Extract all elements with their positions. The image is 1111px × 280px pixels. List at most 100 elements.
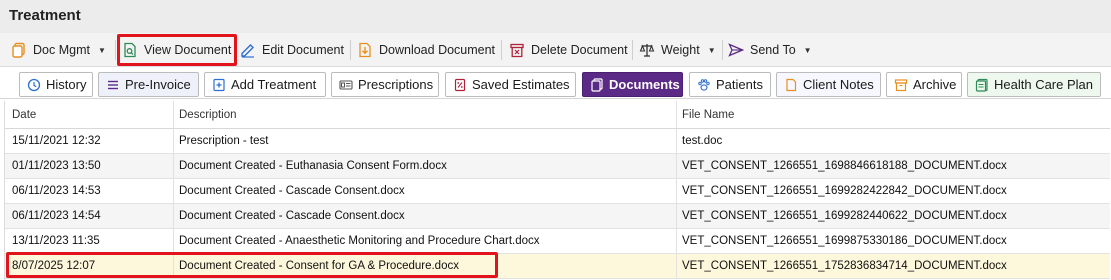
cell-file-name: test.doc (682, 135, 723, 147)
table-row[interactable]: 06/11/2023 14:54 Document Created - Casc… (5, 204, 1110, 229)
tab-bar: History Pre-Invoice Add Treatment Prescr… (0, 67, 1111, 99)
column-divider (676, 101, 677, 128)
delete-document-label: Delete Document (531, 43, 628, 57)
cell-file-name: VET_CONSENT_1266551_1699875330186_DOCUME… (682, 235, 1007, 247)
tab-saved-estimates-label: Saved Estimates (472, 77, 570, 92)
doc-mgmt-label: Doc Mgmt (33, 43, 90, 57)
archive-icon (894, 78, 908, 92)
title-bar: Treatment (0, 0, 1111, 33)
column-header-description[interactable]: Description (179, 101, 674, 128)
cell-date: 01/11/2023 13:50 (12, 160, 101, 172)
column-divider (676, 229, 677, 253)
tab-history[interactable]: History (19, 72, 93, 97)
column-divider (173, 101, 174, 128)
weight-label: Weight (661, 43, 700, 57)
cell-description: Document Created - Cascade Consent.docx (179, 185, 405, 197)
toolbar-divider (350, 40, 351, 60)
documents-icon (590, 77, 604, 92)
cell-file-name: VET_CONSENT_1266551_1699282422842_DOCUME… (682, 185, 1007, 197)
table-row[interactable]: 01/11/2023 13:50 Document Created - Euth… (5, 154, 1110, 179)
delete-icon (509, 42, 525, 58)
send-to-button[interactable]: Send To ▼ (728, 33, 812, 67)
tab-add-treatment[interactable]: Add Treatment (204, 72, 326, 97)
tab-history-label: History (46, 77, 87, 92)
toolbar-divider (632, 40, 633, 60)
window-title: Treatment (9, 7, 81, 24)
table-row[interactable]: 15/11/2021 12:32 Prescription - test tes… (5, 129, 1110, 154)
edit-document-label: Edit Document (262, 43, 344, 57)
list-icon (106, 78, 120, 92)
tab-archive[interactable]: Archive (886, 72, 962, 97)
cell-file-name: VET_CONSENT_1266551_1699282440622_DOCUME… (682, 210, 1007, 222)
cell-date: 06/11/2023 14:53 (12, 185, 101, 197)
column-divider (676, 129, 677, 153)
tab-add-treatment-label: Add Treatment (231, 77, 317, 92)
note-icon (784, 78, 798, 92)
chevron-down-icon: ▼ (707, 45, 716, 55)
column-divider (676, 204, 677, 228)
tab-documents[interactable]: Documents (582, 72, 683, 97)
cell-date: 13/11/2023 11:35 (12, 235, 100, 247)
paw-icon (697, 78, 711, 92)
cell-file-name: VET_CONSENT_1266551_1752836834714_DOCUME… (682, 260, 1007, 272)
add-document-icon (212, 78, 226, 92)
cell-description: Document Created - Cascade Consent.docx (179, 210, 405, 222)
send-to-label: Send To (750, 43, 796, 57)
cell-description: Document Created - Euthanasia Consent Fo… (179, 160, 447, 172)
column-header-date[interactable]: Date (12, 101, 172, 128)
toolbar: Doc Mgmt ▼ View Document Edit Document D… (0, 33, 1111, 67)
download-icon (357, 42, 373, 58)
column-divider (676, 154, 677, 178)
column-divider (173, 179, 174, 203)
tab-health-care-plan[interactable]: Health Care Plan (967, 72, 1101, 97)
cell-description: Prescription - test (179, 135, 269, 147)
cell-file-name: VET_CONSENT_1266551_1698846618188_DOCUME… (682, 160, 1007, 172)
column-divider (676, 179, 677, 203)
column-divider (676, 254, 677, 278)
table-header: Date Description File Name (5, 101, 1110, 129)
documents-table: Date Description File Name 15/11/2021 12… (4, 101, 1110, 280)
tab-patients[interactable]: Patients (689, 72, 771, 97)
cell-description: Document Created - Anaesthetic Monitorin… (179, 235, 540, 247)
cell-description: Document Created - Consent for GA & Proc… (179, 260, 459, 272)
delete-document-button[interactable]: Delete Document (509, 33, 628, 67)
download-document-label: Download Document (379, 43, 496, 57)
doc-mgmt-icon (11, 42, 27, 58)
cell-date: 15/11/2021 12:32 (12, 135, 101, 147)
tab-patients-label: Patients (716, 77, 763, 92)
download-document-button[interactable]: Download Document (357, 33, 495, 67)
chevron-down-icon: ▼ (97, 45, 106, 55)
prescription-icon (339, 78, 353, 92)
tab-saved-estimates[interactable]: Saved Estimates (445, 72, 576, 97)
column-divider (173, 204, 174, 228)
tab-pre-invoice[interactable]: Pre-Invoice (98, 72, 199, 97)
column-header-file-name[interactable]: File Name (682, 101, 1102, 128)
cell-date: 8/07/2025 12:07 (12, 260, 96, 272)
tab-health-care-plan-label: Health Care Plan (994, 77, 1093, 92)
view-document-icon (122, 42, 138, 58)
column-divider (173, 154, 174, 178)
table-row[interactable]: 06/11/2023 14:53 Document Created - Casc… (5, 179, 1110, 204)
tab-client-notes-label: Client Notes (803, 77, 874, 92)
weight-button[interactable]: Weight ▼ (639, 33, 716, 67)
health-plan-icon (975, 78, 989, 92)
table-row-selected[interactable]: 8/07/2025 12:07 Document Created - Conse… (5, 254, 1110, 279)
send-icon (728, 42, 744, 58)
view-document-button[interactable]: View Document (122, 33, 231, 67)
history-icon (27, 78, 41, 92)
column-divider (173, 254, 174, 278)
toolbar-divider (501, 40, 502, 60)
table-row[interactable]: 13/11/2023 11:35 Document Created - Anae… (5, 229, 1110, 254)
edit-document-button[interactable]: Edit Document (240, 33, 344, 67)
tab-prescriptions[interactable]: Prescriptions (331, 72, 439, 97)
tab-client-notes[interactable]: Client Notes (776, 72, 881, 97)
scale-icon (639, 42, 655, 58)
toolbar-divider (115, 40, 116, 60)
doc-mgmt-button[interactable]: Doc Mgmt ▼ (11, 33, 106, 67)
tab-prescriptions-label: Prescriptions (358, 77, 434, 92)
tab-documents-label: Documents (609, 77, 680, 92)
column-divider (173, 129, 174, 153)
pencil-icon (240, 42, 256, 58)
estimate-icon (453, 78, 467, 92)
toolbar-divider (236, 40, 237, 60)
